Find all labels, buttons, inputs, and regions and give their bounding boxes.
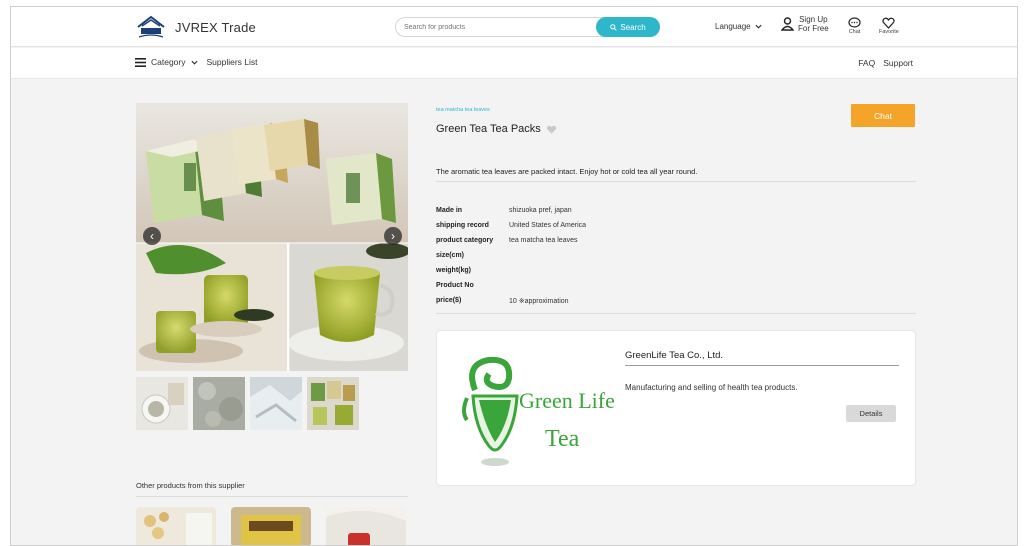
thumbnail-image: [136, 377, 188, 430]
top-header: JVREX Trade Search Language Sign Up For …: [11, 7, 1017, 47]
suppliers-list-link[interactable]: Suppliers List: [207, 57, 258, 67]
category-menu: Category Suppliers List: [135, 57, 258, 67]
chat-button[interactable]: Chat: [851, 104, 915, 127]
chevron-down-icon: [755, 24, 762, 29]
spec-row: Product No: [436, 278, 736, 293]
signup-label: Sign Up For Free: [798, 15, 829, 33]
other-product-image: [326, 507, 406, 545]
details-button[interactable]: Details: [846, 405, 896, 422]
spec-label: Made in: [436, 207, 463, 214]
logo[interactable]: JVREX Trade: [135, 13, 256, 41]
other-product-1[interactable]: [136, 507, 216, 545]
signup-line2: For Free: [798, 24, 829, 33]
spec-label: Product No: [436, 282, 474, 289]
search-icon: [610, 23, 617, 31]
thumbnail-3[interactable]: [250, 377, 302, 430]
spec-label: price($): [436, 297, 462, 304]
spec-value: shizuoka pref, japan: [509, 207, 572, 214]
supplier-name[interactable]: GreenLife Tea Co., Ltd.: [625, 350, 723, 361]
favorite-link[interactable]: Favorite: [879, 17, 899, 35]
other-product-2[interactable]: [231, 507, 311, 545]
user-icon: [781, 17, 794, 31]
support-link[interactable]: Support: [883, 58, 913, 68]
product-image-carousel: ‹ ›: [136, 103, 408, 371]
supplier-logo-text-1: Green Life: [519, 388, 615, 413]
spec-row: product category tea matcha tea leaves: [436, 233, 736, 248]
spec-value: tea matcha tea leaves: [509, 237, 578, 244]
hamburger-icon[interactable]: [135, 57, 146, 67]
spec-row: size(cm): [436, 248, 736, 263]
spec-row: weight(kg): [436, 263, 736, 278]
breadcrumb[interactable]: tea matcha tea leaves: [436, 107, 490, 113]
supplier-logo: Green Life Tea: [462, 356, 615, 466]
search-button[interactable]: Search: [596, 17, 660, 37]
supplier-description: Manufacturing and selling of health tea …: [625, 383, 798, 392]
spec-value: United States of America: [509, 222, 587, 229]
spec-row: price($) 10 ※approximation: [436, 293, 736, 308]
spec-value: [509, 248, 736, 263]
spec-label: product category: [436, 237, 494, 244]
chevron-down-icon: [190, 60, 198, 65]
other-product-3[interactable]: [326, 507, 406, 545]
page: JVREX Trade Search Language Sign Up For …: [10, 6, 1018, 546]
spec-label: shipping record: [436, 222, 489, 229]
search-input[interactable]: [404, 21, 594, 34]
supplier-logo-text-2: Tea: [545, 426, 580, 452]
divider: [625, 365, 899, 366]
heart-icon: [882, 17, 896, 29]
thumbnail-2[interactable]: [193, 377, 245, 430]
page-title: Green Tea Tea Packs: [436, 123, 541, 135]
favorite-link-label: Favorite: [879, 29, 899, 35]
other-product-image: [231, 507, 311, 545]
product-description: The aromatic tea leaves are packed intac…: [436, 167, 698, 176]
logo-icon: [137, 15, 165, 38]
thumbnail-4[interactable]: [307, 377, 359, 430]
thumbnail-1[interactable]: [136, 377, 188, 430]
category-dropdown[interactable]: Category: [151, 57, 186, 67]
spec-value: [509, 278, 736, 293]
help-links: FAQ Support: [858, 58, 913, 68]
product-photo: [136, 103, 408, 371]
other-products-heading: Other products from this supplier: [136, 481, 245, 490]
spec-label: weight(kg): [436, 267, 471, 274]
brand-name: JVREX Trade: [175, 19, 256, 35]
spec-row: shipping record United States of America: [436, 218, 736, 233]
search-bar: Search: [395, 17, 660, 37]
chat-link[interactable]: Chat: [848, 17, 861, 35]
spec-table: Made in shizuoka pref, japan shipping rec…: [436, 203, 736, 308]
carousel-next-button[interactable]: ›: [384, 227, 402, 245]
thumbnail-image: [307, 377, 359, 430]
chat-icon: [848, 17, 861, 28]
heart-icon[interactable]: [546, 125, 557, 134]
divider: [136, 496, 408, 497]
spec-label: size(cm): [436, 252, 465, 259]
product-title-row: Green Tea Tea Packs: [436, 123, 557, 135]
divider: [436, 181, 916, 182]
spec-row: Made in shizuoka pref, japan: [436, 203, 736, 218]
thumbnail-image: [193, 377, 245, 430]
sub-navigation: Category Suppliers List FAQ Support: [11, 48, 1017, 79]
language-selector[interactable]: Language: [715, 22, 762, 31]
search-button-label: Search: [620, 22, 646, 32]
spec-value: 10 ※approximation: [509, 297, 569, 305]
signup-link[interactable]: Sign Up For Free: [781, 15, 829, 33]
signup-line1: Sign Up: [799, 15, 828, 24]
spec-value: [509, 263, 736, 278]
carousel-prev-button[interactable]: ‹: [143, 227, 161, 245]
faq-link[interactable]: FAQ: [858, 58, 875, 68]
thumbnail-image: [250, 377, 302, 430]
thumbnail-strip: [136, 377, 359, 430]
chat-link-label: Chat: [848, 29, 861, 35]
other-product-image: [136, 507, 216, 545]
divider: [436, 313, 916, 314]
language-label: Language: [715, 22, 751, 31]
supplier-card: Green Life Tea GreenLife Tea Co., Ltd. M…: [436, 330, 916, 486]
